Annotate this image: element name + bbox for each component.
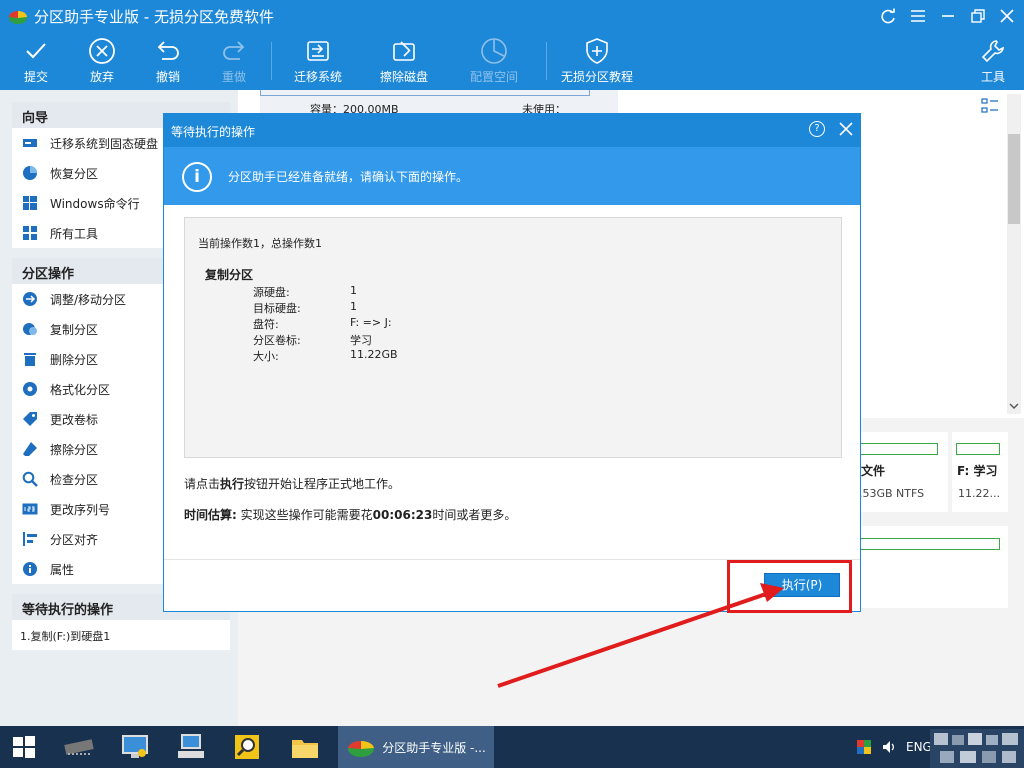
input-language-indicator[interactable]: ENG: [906, 740, 932, 754]
magnifier-icon: [235, 735, 259, 759]
windows-start-icon: [13, 736, 35, 758]
memory-chip-icon: [64, 739, 94, 755]
taskbar-partition-assistant[interactable]: 分区助手专业版 -...: [338, 726, 494, 768]
taskbar-search-app[interactable]: [224, 726, 270, 768]
taskbar-device-app[interactable]: [168, 726, 214, 768]
keyboard-computer-icon: [178, 734, 204, 758]
taskbar: 分区助手专业版 -... ENG: [0, 726, 1024, 768]
taskbar-memory-app[interactable]: [56, 726, 102, 768]
app-logo-icon: [348, 740, 375, 757]
annotation-arrow: [497, 583, 784, 688]
pixelated-clock-area: [930, 729, 1024, 768]
speaker-icon[interactable]: [882, 739, 896, 755]
color-tray-icon[interactable]: [857, 740, 871, 754]
folder-icon: [292, 740, 318, 758]
network-computer-icon: [122, 735, 148, 758]
start-button[interactable]: [0, 726, 48, 768]
taskbar-network-app[interactable]: [112, 726, 158, 768]
taskbar-explorer[interactable]: [282, 726, 328, 768]
